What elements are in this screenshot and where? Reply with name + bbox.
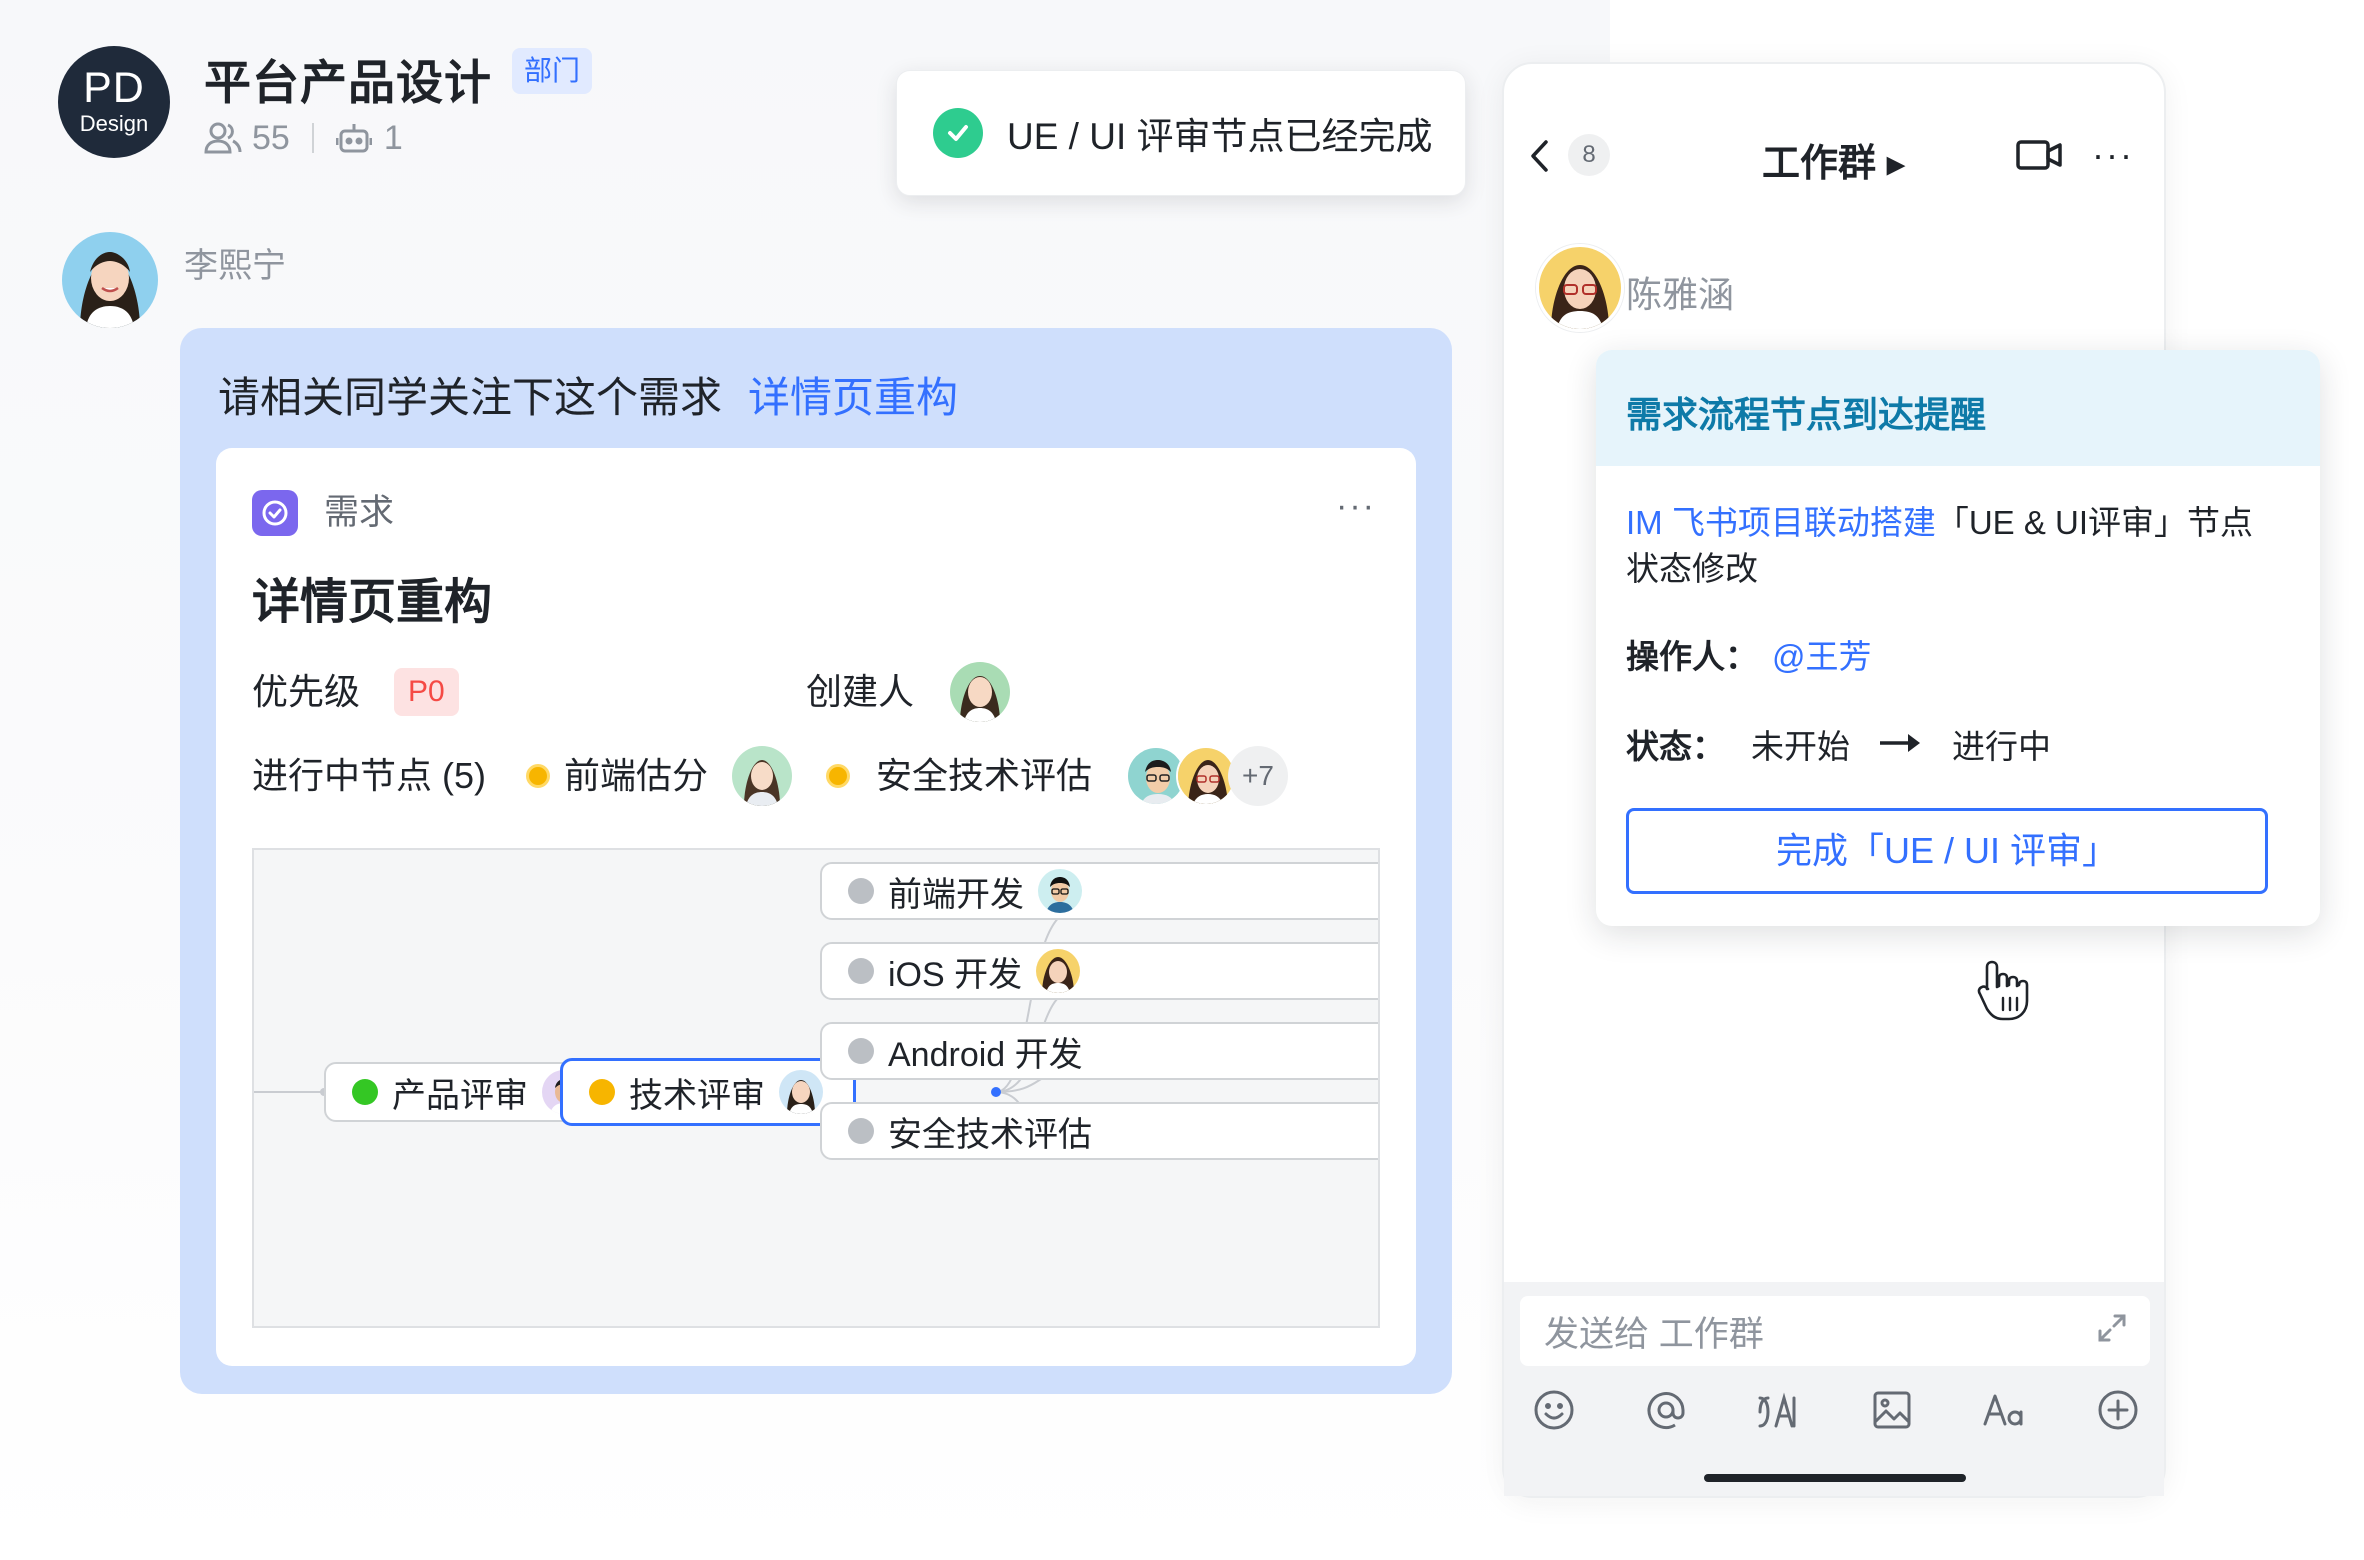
- node-name-text: 「UE & UI评审」节点: [1935, 504, 2254, 541]
- chat-more-button[interactable]: ···: [2092, 134, 2134, 176]
- workflow-diagram[interactable]: 产品评审 技术评审 前端开发 iOS 开发 Android 开发 安全技术评估: [252, 848, 1380, 1328]
- success-toast: UE / UI 评审节点已经完成: [896, 70, 1466, 196]
- flow-node-android-dev[interactable]: Android 开发: [820, 1022, 1378, 1080]
- requirement-type-label: 需求: [324, 493, 395, 532]
- project-link[interactable]: IM 飞书项目联动搭建: [1626, 504, 1936, 541]
- message-input-placeholder: 发送给 工作群: [1544, 1315, 1764, 1354]
- status-row: 状态： 未开始 进行中: [1626, 720, 2051, 768]
- bot-count: 1: [383, 118, 403, 157]
- assignee-avatar[interactable]: [732, 746, 792, 806]
- sender-avatar[interactable]: [62, 232, 158, 328]
- message-text: 请相关同学关注下这个需求 详情页重构: [218, 364, 958, 425]
- flow-node-frontend-dev[interactable]: 前端开发: [820, 862, 1378, 920]
- requirement-title[interactable]: 详情页重构: [252, 562, 492, 632]
- member-count: 55: [252, 118, 290, 157]
- chat-title[interactable]: 工作群 ▸: [1762, 132, 1906, 187]
- flow-node-label: 技术评审: [629, 1076, 765, 1115]
- flow-node-tech-review[interactable]: 技术评审: [560, 1058, 856, 1126]
- notification-title: 需求流程节点到达提醒: [1626, 394, 1987, 435]
- status-from: 未开始: [1751, 728, 1850, 765]
- chat-sender-name[interactable]: 陈雅涵: [1626, 266, 1734, 318]
- status-label: 状态：: [1626, 728, 1725, 765]
- back-arrow-icon[interactable]: [1528, 138, 1552, 179]
- not-started-status-dot: [848, 1118, 874, 1144]
- flow-node-security-review[interactable]: 安全技术评估: [820, 1102, 1378, 1160]
- mention-icon[interactable]: [1644, 1388, 1688, 1432]
- status-dot: [826, 764, 850, 788]
- flow-node-label: Android 开发: [888, 1035, 1083, 1074]
- group-avatar[interactable]: PD Design: [58, 46, 170, 158]
- operator-label: 操作人：: [1626, 638, 1758, 675]
- more-assignees-badge[interactable]: +7: [1228, 746, 1288, 806]
- add-icon[interactable]: [2096, 1388, 2140, 1432]
- toast-message: UE / UI 评审节点已经完成: [1007, 116, 1433, 157]
- image-icon[interactable]: [1870, 1388, 1914, 1432]
- in-progress-node[interactable]: 前端估分: [564, 752, 708, 800]
- priority-label: 优先级: [252, 671, 361, 712]
- message-body: 请相关同学关注下这个需求: [218, 374, 723, 421]
- operator-row: 操作人： @王芳: [1626, 630, 1872, 678]
- creator-avatar[interactable]: [950, 662, 1010, 722]
- assignee-avatar[interactable]: [1176, 746, 1236, 806]
- card-more-button[interactable]: ···: [1336, 489, 1376, 528]
- done-status-dot: [352, 1079, 378, 1105]
- complete-review-button[interactable]: 完成「UE / UI 评审」: [1626, 808, 2268, 894]
- assignee-avatar: [779, 1070, 823, 1114]
- emoji-icon[interactable]: [1532, 1388, 1576, 1432]
- in-progress-node[interactable]: 安全技术评估: [876, 752, 1092, 800]
- right-arrow-icon: [1878, 725, 1924, 763]
- status-to: 进行中: [1952, 728, 2051, 765]
- group-avatar-initials: PD: [83, 64, 145, 112]
- members-icon: [204, 121, 242, 155]
- home-indicator: [1704, 1474, 1966, 1482]
- not-started-status-dot: [848, 878, 874, 904]
- flow-node-label: 前端开发: [888, 875, 1024, 914]
- check-circle-icon: [933, 108, 983, 158]
- assignee-avatar: [1036, 949, 1081, 993]
- flow-node-label: iOS 开发: [888, 955, 1023, 994]
- in-progress-status-dot: [589, 1079, 615, 1105]
- group-name[interactable]: 平台产品设计: [204, 44, 492, 113]
- notification-body-line: IM 飞书项目联动搭建「UE & UI评审」节点: [1626, 496, 2253, 544]
- requirement-link[interactable]: 详情页重构: [748, 374, 958, 421]
- font-icon[interactable]: [1982, 1388, 2026, 1432]
- sender-name[interactable]: 李熙宁: [184, 238, 286, 287]
- group-stats[interactable]: 55 1: [204, 114, 403, 162]
- flow-node-ios-dev[interactable]: iOS 开发: [820, 942, 1378, 1000]
- in-progress-label: 进行中节点 (5): [252, 755, 487, 796]
- assignee-avatar: [1038, 869, 1082, 913]
- requirement-type-icon: [252, 490, 298, 536]
- chat-sender-avatar[interactable]: [1536, 244, 1624, 332]
- group-avatar-subtitle: Design: [79, 111, 149, 136]
- stats-divider: [311, 123, 314, 153]
- creator-label: 创建人: [806, 671, 915, 712]
- not-started-status-dot: [848, 958, 874, 984]
- not-started-status-dot: [848, 1038, 874, 1064]
- priority-badge: P0: [394, 668, 459, 716]
- operator-mention[interactable]: @王芳: [1772, 638, 1872, 675]
- department-badge: 部门: [512, 48, 593, 94]
- video-call-icon[interactable]: [2016, 138, 2062, 177]
- translate-icon[interactable]: [1756, 1388, 1800, 1432]
- status-dot: [526, 764, 550, 788]
- hand-pointer-icon: [1976, 958, 2032, 1027]
- expand-icon[interactable]: [2096, 1312, 2128, 1349]
- flow-node-label: 产品评审: [392, 1076, 528, 1115]
- notification-body-line-2: 状态修改: [1626, 550, 1758, 587]
- bot-icon: [335, 121, 372, 155]
- flow-node-label: 安全技术评估: [888, 1115, 1092, 1154]
- unread-count-badge[interactable]: 8: [1568, 134, 1610, 176]
